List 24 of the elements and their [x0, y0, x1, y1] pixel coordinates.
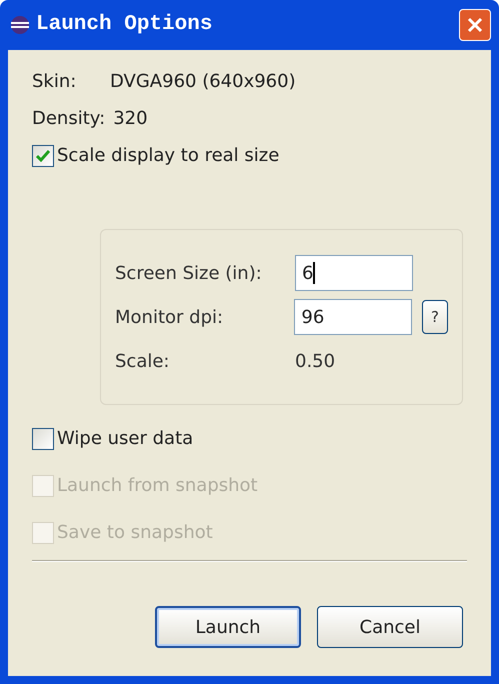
- field-label: Scale:: [115, 350, 170, 374]
- window-title: Launch Options: [36, 12, 212, 38]
- dialog-button[interactable]: Cancel: [317, 606, 463, 648]
- help-button[interactable]: ?: [422, 300, 448, 334]
- dialog-button[interactable]: Launch: [155, 606, 301, 648]
- close-button[interactable]: [459, 9, 491, 41]
- field-label: Monitor dpi:: [115, 306, 224, 330]
- checkbox-label: Scale display to real size: [57, 144, 280, 168]
- field-label: Screen Size (in):: [115, 262, 263, 286]
- close-icon: [466, 16, 484, 34]
- checkmark-icon: [36, 150, 50, 162]
- info-value: DVGA960 (640x960): [110, 70, 296, 94]
- info-value: 320: [113, 107, 148, 131]
- checkbox[interactable]: [32, 144, 54, 166]
- checkbox-label: Wipe user data: [57, 427, 194, 451]
- info-label: Density:: [32, 107, 106, 131]
- input-field[interactable]: 96: [294, 299, 412, 335]
- scale-value: 0.50: [295, 350, 336, 374]
- checkbox-label: Save to snapshot: [57, 521, 213, 545]
- info-label: Skin:: [32, 70, 78, 94]
- checkbox[interactable]: [32, 428, 54, 450]
- input-field[interactable]: 6: [295, 255, 413, 291]
- globe-icon: [10, 15, 30, 35]
- checkbox-label: Launch from snapshot: [57, 474, 258, 498]
